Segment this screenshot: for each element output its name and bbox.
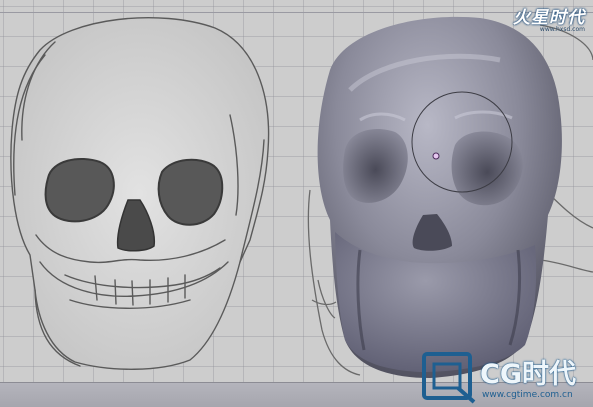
watermark-top-title: 火星时代 bbox=[513, 8, 585, 28]
sculpted-skull-model[interactable] bbox=[317, 16, 562, 378]
sketch-left-eye-socket bbox=[44, 158, 115, 223]
watermark-bottom: CG时代 www.cgtime.com.cn bbox=[420, 350, 593, 407]
scene-canvas[interactable] bbox=[0, 0, 593, 407]
watermark-bottom-title: CG时代 bbox=[480, 359, 576, 390]
watermark-top: 火星时代 www.hxsd.com bbox=[513, 3, 585, 33]
sketch-right-eye-socket bbox=[157, 158, 224, 226]
watermark-bottom-url: www.cgtime.com.cn bbox=[482, 390, 573, 400]
sculpt-viewport[interactable]: 火星时代 www.hxsd.com CG时代 www.cgtime.com.cn bbox=[0, 0, 593, 407]
brush-center-dot bbox=[432, 152, 440, 160]
cg-logo-icon bbox=[422, 352, 476, 404]
